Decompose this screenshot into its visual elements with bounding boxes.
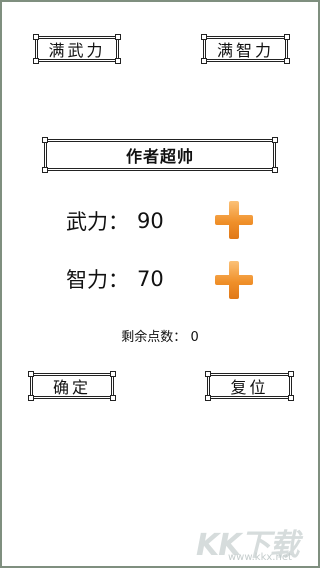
remaining-points: 剩余点数： 0 <box>0 326 320 345</box>
max-intelligence-button[interactable]: 满智力 <box>201 34 290 64</box>
plus-icon <box>215 201 253 239</box>
remaining-points-value: 0 <box>190 330 199 345</box>
max-force-button[interactable]: 满武力 <box>33 34 121 64</box>
reset-button[interactable]: 复位 <box>205 371 294 401</box>
max-force-label: 满武力 <box>48 41 106 60</box>
max-intelligence-label: 满智力 <box>216 41 274 60</box>
intelligence-stat-row: 智力： 70 <box>66 264 164 294</box>
confirm-button[interactable]: 确定 <box>28 371 116 401</box>
force-stat-row: 武力： 90 <box>66 206 164 236</box>
remaining-points-label: 剩余点数： <box>121 330 187 345</box>
plus-icon <box>215 261 253 299</box>
page-title: 作者超帅 <box>125 147 194 166</box>
intelligence-value: 70 <box>137 267 164 291</box>
force-value: 90 <box>137 209 164 233</box>
add-intelligence-button[interactable] <box>214 260 254 300</box>
add-force-button[interactable] <box>214 200 254 240</box>
reset-label: 复位 <box>230 378 269 397</box>
watermark-url: www.kkx.net <box>228 552 292 563</box>
watermark: KK下载 www.kkx.net <box>196 520 316 566</box>
confirm-label: 确定 <box>52 378 91 397</box>
force-label: 武力： <box>66 210 129 234</box>
title-box: 作者超帅 <box>42 137 278 173</box>
intelligence-label: 智力： <box>66 268 129 292</box>
